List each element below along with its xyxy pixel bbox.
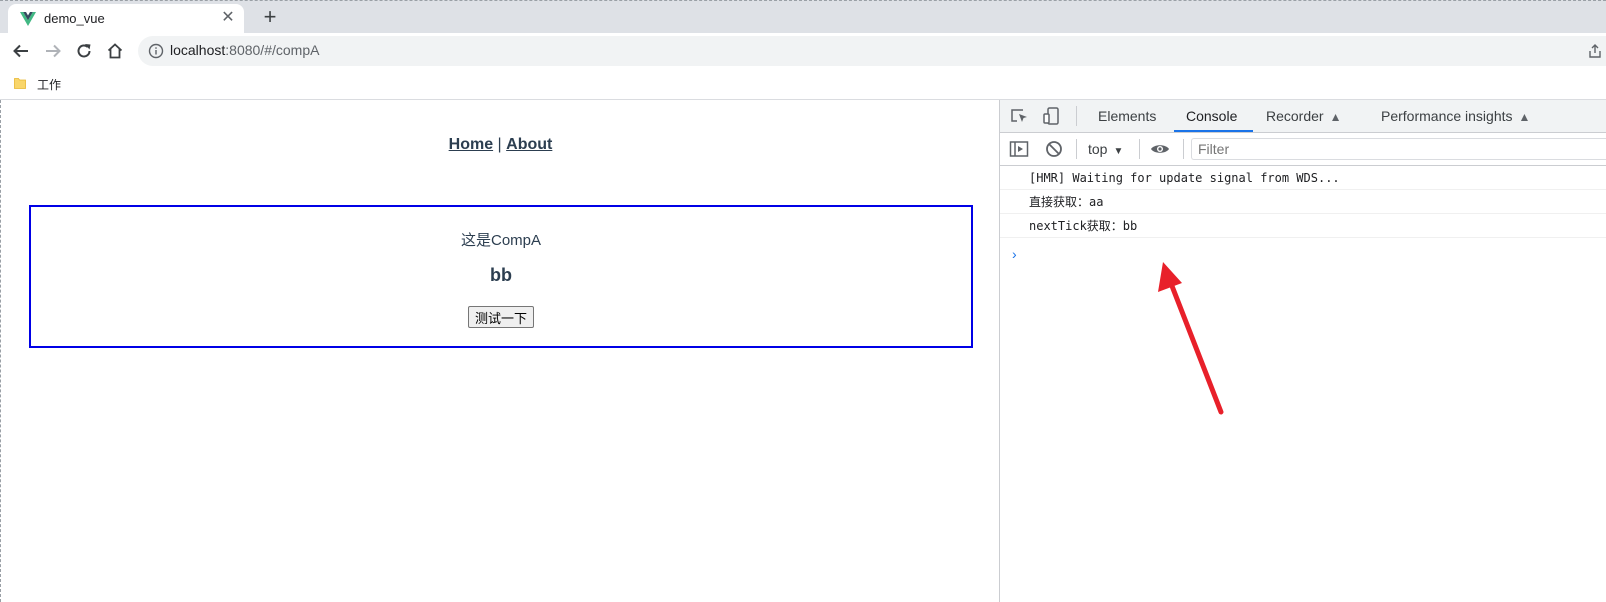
experiment-flask-icon: ▲	[1518, 110, 1531, 124]
toolbar-divider	[1139, 139, 1140, 159]
live-expression-eye-icon[interactable]	[1150, 140, 1170, 158]
reload-icon	[77, 44, 91, 58]
console-toolbar: top ▼	[1000, 133, 1606, 166]
nav-separator: |	[493, 136, 507, 153]
dropdown-arrow-icon: ▼	[1113, 146, 1124, 157]
home-link[interactable]: Home	[449, 136, 493, 153]
tab-strip: demo_vue ✕ +	[0, 0, 1606, 34]
inspect-element-icon[interactable]	[1010, 107, 1030, 125]
device-toolbar-icon[interactable]	[1042, 107, 1062, 125]
console-log-line: nextTick获取：bb	[1000, 214, 1606, 238]
active-tab-indicator	[1174, 130, 1253, 132]
page-viewport: Home | About 这是CompA bb 测试一下	[0, 100, 999, 602]
tab-recorder[interactable]: Recorder ▲	[1266, 108, 1341, 124]
vue-logo-icon	[20, 12, 36, 26]
tab-performance-insights-label: Performance insights	[1381, 108, 1513, 124]
tab-performance-insights[interactable]: Performance insights ▲	[1381, 108, 1530, 124]
console-output: [HMR] Waiting for update signal from WDS…	[1000, 166, 1606, 262]
console-log-line: 直接获取：aa	[1000, 190, 1606, 214]
devtools-tab-bar: Elements Console Recorder ▲ Performance i…	[1000, 100, 1606, 133]
bookmark-folder-work[interactable]: 工作	[37, 76, 61, 93]
clear-console-icon[interactable]	[1044, 140, 1064, 158]
tab-elements[interactable]: Elements	[1098, 108, 1156, 124]
comp-a-container: 这是CompA bb 测试一下	[29, 205, 973, 348]
router-nav: Home | About	[1, 136, 1000, 154]
new-tab-button[interactable]: +	[258, 5, 282, 29]
console-log-line: [HMR] Waiting for update signal from WDS…	[1000, 166, 1606, 190]
context-selector[interactable]: top ▼	[1088, 141, 1123, 157]
console-prompt-icon[interactable]: ›	[1012, 246, 1017, 262]
back-button[interactable]	[9, 39, 33, 63]
experiment-flask-icon: ▲	[1329, 110, 1342, 124]
site-info-icon[interactable]	[148, 43, 164, 59]
toolbar-divider	[1076, 139, 1077, 159]
comp-a-message: bb	[490, 265, 512, 285]
browser-tab[interactable]: demo_vue ✕	[8, 4, 244, 34]
bookmarks-bar: 工作	[0, 69, 1606, 100]
share-icon[interactable]	[1588, 43, 1602, 59]
comp-a-title: 这是CompA	[460, 232, 542, 249]
toolbar-divider	[1183, 139, 1184, 159]
back-arrow-icon	[13, 44, 28, 58]
browser-toolbar: localhost:8080/#/compA	[0, 33, 1606, 69]
tab-recorder-label: Recorder	[1266, 108, 1324, 124]
close-tab-icon[interactable]: ✕	[218, 8, 238, 28]
home-button[interactable]	[103, 39, 127, 63]
reload-button[interactable]	[72, 39, 96, 63]
folder-icon	[14, 78, 26, 89]
context-selector-value: top	[1088, 141, 1108, 157]
devtools-panel: Elements Console Recorder ▲ Performance i…	[999, 100, 1606, 602]
test-button[interactable]: 测试一下	[468, 306, 535, 328]
url-text[interactable]: localhost:8080/#/compA	[170, 42, 319, 58]
tab-console[interactable]: Console	[1186, 108, 1237, 124]
toolbar-divider	[1076, 106, 1077, 126]
home-icon	[107, 43, 123, 59]
address-bar[interactable]: localhost:8080/#/compA	[138, 36, 1606, 66]
about-link[interactable]: About	[506, 136, 552, 153]
red-annotation-arrow	[1158, 262, 1224, 415]
forward-button[interactable]	[41, 39, 65, 63]
show-sidebar-icon[interactable]	[1009, 140, 1029, 158]
tab-title: demo_vue	[44, 11, 105, 26]
forward-arrow-icon	[46, 44, 61, 58]
console-filter-input[interactable]	[1191, 138, 1606, 160]
